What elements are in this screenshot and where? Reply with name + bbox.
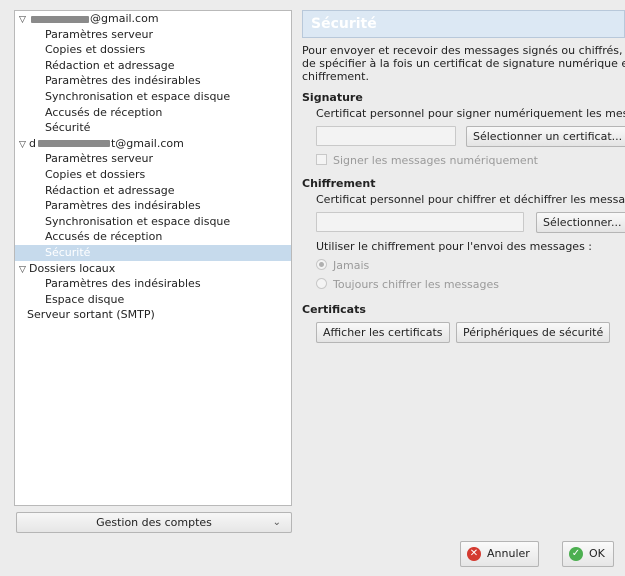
account-actions-label: Gestion des comptes xyxy=(96,516,212,529)
certificates-heading: Certificats xyxy=(302,303,366,316)
radio-icon xyxy=(316,278,327,289)
check-icon: ✓ xyxy=(569,547,583,561)
signature-desc: Certificat personnel pour signer numériq… xyxy=(316,107,625,120)
tree-item[interactable]: Synchronisation et espace disque xyxy=(15,214,291,230)
tree-local-folders[interactable]: ▽ Dossiers locaux xyxy=(15,261,291,277)
account-actions-button[interactable]: Gestion des comptes ⌄ xyxy=(16,512,292,533)
security-panel: Sécurité Pour envoyer et recevoir des me… xyxy=(302,10,625,350)
redacted-email xyxy=(31,15,89,23)
page-title: Sécurité xyxy=(302,10,625,38)
tree-item[interactable]: Rédaction et adressage xyxy=(15,58,291,74)
encryption-heading: Chiffrement xyxy=(302,177,376,190)
tree-item-security-selected[interactable]: Sécurité xyxy=(15,244,291,261)
ok-button[interactable]: ✓ OK xyxy=(562,541,614,567)
security-devices-button[interactable]: Périphériques de sécurité xyxy=(456,322,611,343)
tree-item[interactable]: Rédaction et adressage xyxy=(15,183,291,199)
tree-account-1[interactable]: ▽ @gmail.com xyxy=(15,11,291,27)
tree-item[interactable]: Synchronisation et espace disque xyxy=(15,89,291,105)
radio-never[interactable]: Jamais xyxy=(316,259,625,272)
tree-smtp[interactable]: Serveur sortant (SMTP) xyxy=(15,307,291,323)
radio-icon xyxy=(316,259,327,270)
tree-item[interactable]: Copies et dossiers xyxy=(15,167,291,183)
tree-account-2[interactable]: ▽ d t@gmail.com xyxy=(15,136,291,152)
tree-item[interactable]: Espace disque xyxy=(15,292,291,308)
chevron-down-icon: ⌄ xyxy=(272,517,281,528)
tree-item[interactable]: Accusés de réception xyxy=(15,229,291,245)
select-encryption-cert-button[interactable]: Sélectionner... xyxy=(536,212,625,233)
encryption-cert-field[interactable] xyxy=(316,212,524,232)
signature-cert-field[interactable] xyxy=(316,126,456,146)
signature-heading: Signature xyxy=(302,91,363,104)
tree-item[interactable]: Paramètres des indésirables xyxy=(15,276,291,292)
redacted-email xyxy=(37,140,110,148)
checkbox-icon xyxy=(316,154,327,165)
tree-item[interactable]: Copies et dossiers xyxy=(15,42,291,58)
select-signature-cert-button[interactable]: Sélectionner un certificat... xyxy=(466,126,625,147)
encryption-desc: Certificat personnel pour chiffrer et dé… xyxy=(316,193,625,206)
tree-item[interactable]: Accusés de réception xyxy=(15,105,291,121)
tree-item[interactable]: Paramètres serveur xyxy=(15,27,291,43)
tree-item[interactable]: Paramètres serveur xyxy=(15,151,291,167)
cancel-icon: ✕ xyxy=(467,547,481,561)
intro-text: Pour envoyer et recevoir des messages si… xyxy=(302,44,625,83)
radio-always[interactable]: Toujours chiffrer les messages xyxy=(316,278,625,291)
encryption-use-label: Utiliser le chiffrement pour l'envoi des… xyxy=(316,240,592,253)
cancel-button[interactable]: ✕ Annuler xyxy=(460,541,539,567)
view-certificates-button[interactable]: Afficher les certificats xyxy=(316,322,450,343)
tree-item[interactable]: Sécurité xyxy=(15,120,291,136)
account-tree[interactable]: ▽ @gmail.com Paramètres serveur Copies et… xyxy=(14,10,292,506)
sign-messages-checkbox[interactable]: Signer les messages numériquement xyxy=(316,154,625,167)
tree-item[interactable]: Paramètres des indésirables xyxy=(15,198,291,214)
tree-item[interactable]: Paramètres des indésirables xyxy=(15,73,291,89)
